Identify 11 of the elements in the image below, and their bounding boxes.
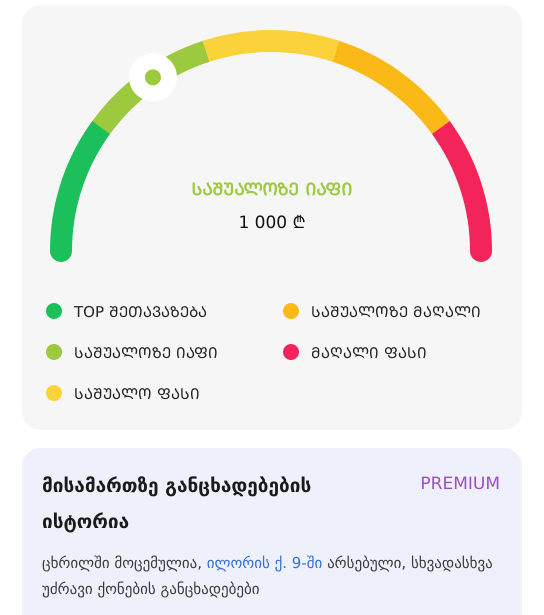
address-link[interactable]: ილორის ქ. 9-ში [206,554,322,572]
legend-label: TOP ᲨᲔᲗᲐᲕᲐᲖᲔᲑᲐ [74,302,207,321]
legend-label: ᲛᲐᲦᲐᲚᲘ ᲤᲐᲡᲘ [311,343,427,362]
legend-label: ᲡᲐᲨᲣᲐᲚᲝ ᲤᲐᲡᲘ [74,384,200,403]
card-description: ცხრილში მოცემულია, ილორის ქ. 9-ში არსებული, სხვადასხვა უძრავი ქონების განცხადებები [42,553,494,600]
legend-label: ᲡᲐᲨᲣᲐᲚᲝᲖᲔ ᲛᲐᲦᲐᲚᲘ [311,302,481,321]
premium-label: PREMIUM [420,473,500,494]
price-category: ᲡᲐᲨᲣᲐᲚᲝᲖᲔ ᲘᲐᲤᲘ [192,179,352,200]
legend-label: ᲡᲐᲨᲣᲐᲚᲝᲖᲔ ᲘᲐᲤᲘ [74,343,218,362]
card-title: მისამართზე განცხადებების ისტორია [42,474,312,535]
price-value: 1 000 ₾ [238,212,306,233]
